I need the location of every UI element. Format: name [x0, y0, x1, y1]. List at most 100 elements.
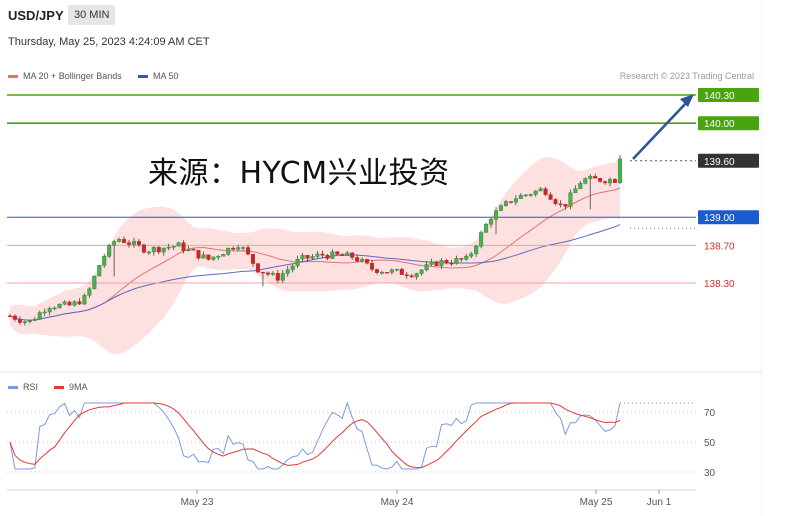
candle-body: [384, 272, 389, 274]
candle-body: [22, 321, 27, 323]
candle-body: [206, 254, 211, 260]
candle-body: [558, 203, 563, 205]
candle-body: [414, 273, 419, 278]
candle-body: [246, 247, 251, 255]
candle-body: [518, 195, 523, 199]
x-tick-label-0: May 23: [181, 497, 214, 508]
candle-body: [285, 269, 290, 274]
candle-body: [97, 265, 102, 277]
candle-body: [255, 263, 260, 273]
candle-body: [305, 255, 310, 259]
candle-body: [503, 201, 508, 206]
projection-arrow-line: [632, 100, 689, 160]
candle-body: [216, 256, 221, 258]
price-label-4: 138.70: [704, 241, 735, 252]
candle-body: [87, 288, 92, 296]
candle-body: [409, 275, 414, 278]
candle-body: [52, 307, 57, 310]
candle-body: [365, 259, 370, 264]
candle-body: [325, 255, 330, 259]
candle-body: [508, 201, 513, 203]
candle-body: [275, 273, 280, 281]
candle-body: [151, 247, 156, 253]
candle-body: [399, 268, 404, 275]
candle-body: [543, 188, 548, 195]
candle-body: [474, 246, 479, 255]
rsi-line: [9, 401, 621, 470]
candle-body: [548, 194, 553, 200]
candle-body: [608, 179, 613, 184]
candle-body: [340, 254, 345, 257]
candle-body: [513, 198, 518, 203]
candle-body: [528, 194, 533, 196]
chart-frame: USD/JPY 30 MIN Thursday, May 25, 2023 4:…: [0, 0, 762, 516]
candle-body: [374, 269, 379, 273]
candle-body: [295, 258, 300, 267]
candle-body: [191, 248, 196, 251]
candle-body: [7, 315, 12, 318]
x-tick-label-3: Jun 1: [647, 497, 672, 508]
candle-body: [117, 238, 122, 242]
candle-body: [77, 301, 82, 305]
candle-body: [27, 320, 32, 322]
candle-body: [394, 268, 399, 271]
candle-body: [122, 238, 127, 243]
rsi-tick-1: 50: [704, 438, 716, 449]
candle-body: [538, 188, 543, 192]
candle-body: [389, 269, 394, 273]
price-label-3: 139.00: [704, 213, 735, 224]
candle-body: [62, 301, 67, 305]
candle-body: [226, 247, 231, 255]
candle-body: [603, 181, 608, 184]
candle-body: [563, 204, 568, 207]
candle-body: [464, 255, 469, 260]
candle-body: [553, 199, 558, 204]
candle-body: [82, 295, 87, 305]
candle-body: [47, 308, 52, 313]
candle-body: [102, 256, 107, 266]
candle-body: [17, 319, 22, 323]
candle-body: [578, 183, 583, 189]
candle-body: [434, 261, 439, 266]
candle-body: [439, 260, 444, 266]
candle-body: [355, 257, 360, 262]
candle-body: [419, 269, 424, 274]
rsi-tick-2: 30: [704, 468, 716, 479]
candle-body: [112, 241, 117, 246]
candle-body: [146, 251, 151, 254]
candle-body: [444, 260, 449, 264]
candle-body: [171, 246, 176, 248]
watermark-source-text: 来源：HYCM兴业投资: [148, 156, 450, 191]
candle-body: [379, 272, 384, 274]
candle-body: [593, 176, 598, 179]
candle-body: [494, 210, 499, 220]
candle-body: [42, 311, 47, 314]
candle-body: [260, 271, 265, 274]
candle-body: [72, 301, 77, 306]
candle-body: [136, 241, 141, 246]
candle-body: [335, 251, 340, 255]
x-tick-label-1: May 24: [381, 497, 414, 508]
candle-body: [583, 178, 588, 184]
candle-body: [251, 254, 256, 264]
candle-body: [449, 262, 454, 265]
candle-body: [181, 242, 186, 251]
candle-body: [330, 251, 335, 259]
candle-body: [484, 224, 489, 233]
candle-body: [37, 312, 42, 320]
price-label-2: 139.60: [704, 157, 735, 168]
candle-body: [280, 273, 285, 281]
candle-body: [613, 179, 618, 183]
candle-body: [156, 247, 161, 253]
candle-body: [186, 248, 191, 251]
candle-body: [454, 258, 459, 264]
candle-body: [32, 319, 37, 321]
candle-body: [92, 275, 97, 289]
price-label-0: 140.30: [704, 91, 735, 102]
candle-body: [221, 254, 226, 257]
candle-body: [469, 253, 474, 257]
candle-body: [127, 242, 132, 245]
rsi-tick-0: 70: [704, 408, 716, 419]
candle-body: [598, 178, 603, 182]
candle-body: [131, 241, 136, 245]
